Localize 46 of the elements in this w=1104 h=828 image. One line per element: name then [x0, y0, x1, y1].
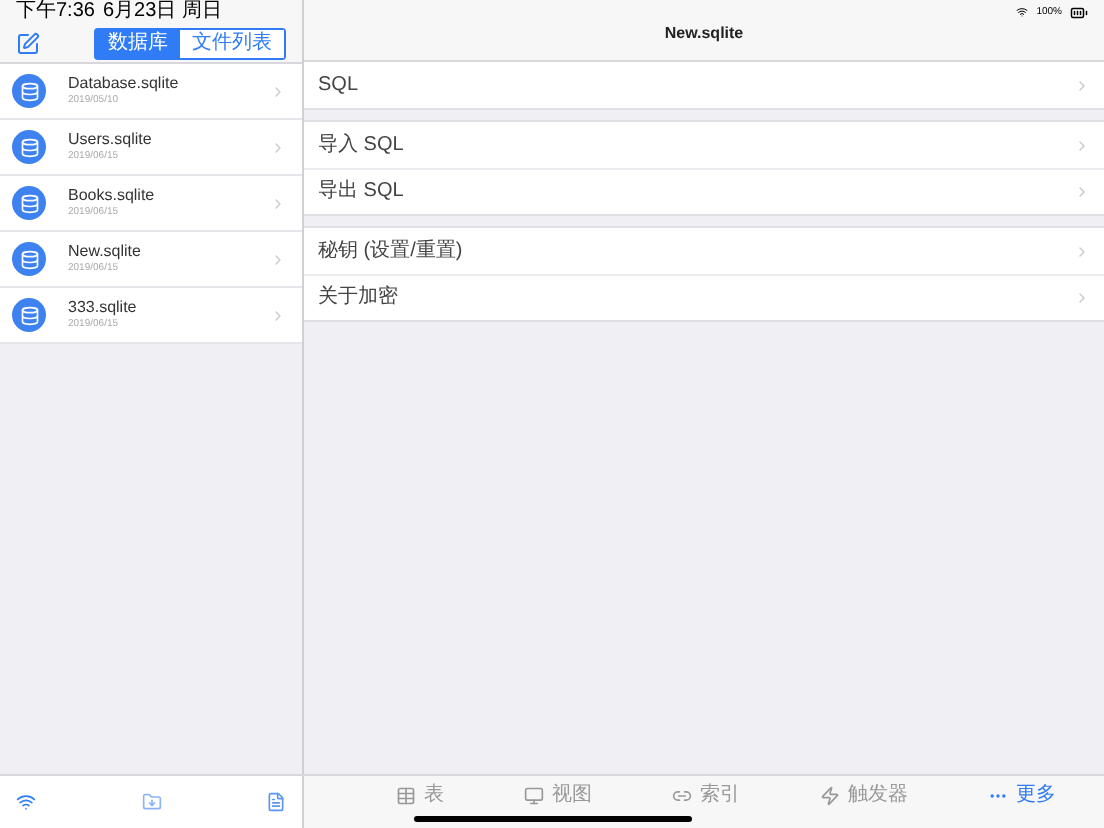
- compose-icon[interactable]: [16, 31, 40, 55]
- chevron-icon: [270, 195, 286, 211]
- database-icon: [12, 186, 46, 220]
- file-name: Users.sqlite: [68, 130, 154, 150]
- chevron-icon: [1074, 290, 1090, 306]
- wifi-icon[interactable]: [16, 792, 36, 812]
- battery-icon: [1070, 3, 1088, 21]
- menu-row-label: 导出 SQL: [318, 182, 406, 202]
- file-name: Database.sqlite: [68, 74, 181, 94]
- wifi-icon: [1016, 6, 1029, 18]
- menu-row-label: SQL: [318, 75, 361, 95]
- menu-row-label: 导入 SQL: [318, 135, 406, 155]
- menu-row[interactable]: 秘钥 (设置/重置): [304, 228, 1104, 274]
- tab-bar-item[interactable]: 更多: [988, 786, 1056, 806]
- database-icon: [12, 298, 46, 332]
- file-name: New.sqlite: [68, 242, 143, 262]
- menu-row[interactable]: 导出 SQL: [304, 168, 1104, 214]
- segment-tab[interactable]: 文件列表: [180, 29, 284, 57]
- detail-title: New.sqlite: [664, 24, 744, 44]
- chevron-icon: [1074, 243, 1090, 259]
- database-icon: [12, 74, 46, 108]
- folder-icon[interactable]: [141, 792, 161, 812]
- chevron-icon: [1074, 184, 1090, 200]
- link-icon: [672, 786, 692, 806]
- lightning-icon: [820, 786, 840, 806]
- grid-icon: [396, 786, 416, 806]
- file-name: Books.sqlite: [68, 186, 157, 206]
- monitor-icon: [524, 786, 544, 806]
- chevron-icon: [270, 307, 286, 323]
- menu-row-label: 秘钥 (设置/重置): [318, 241, 465, 261]
- menu-row-label: 关于加密: [318, 288, 400, 308]
- database-icon: [12, 242, 46, 276]
- chevron-icon: [270, 83, 286, 99]
- menu-row[interactable]: SQL: [304, 62, 1104, 108]
- menu-row[interactable]: 关于加密: [304, 274, 1104, 320]
- status-time: 下午7:36: [16, 2, 95, 22]
- chevron-icon: [1074, 77, 1090, 93]
- file-name: 333.sqlite: [68, 298, 139, 318]
- chevron-icon: [270, 251, 286, 267]
- menu-row[interactable]: 导入 SQL: [304, 122, 1104, 168]
- database-icon: [12, 130, 46, 164]
- status-date: 6月23日 周日: [102, 2, 222, 22]
- chevron-icon: [1074, 137, 1090, 153]
- document-icon[interactable]: [266, 792, 286, 812]
- chevron-icon: [270, 139, 286, 155]
- segment-tab[interactable]: 数据库: [96, 29, 180, 57]
